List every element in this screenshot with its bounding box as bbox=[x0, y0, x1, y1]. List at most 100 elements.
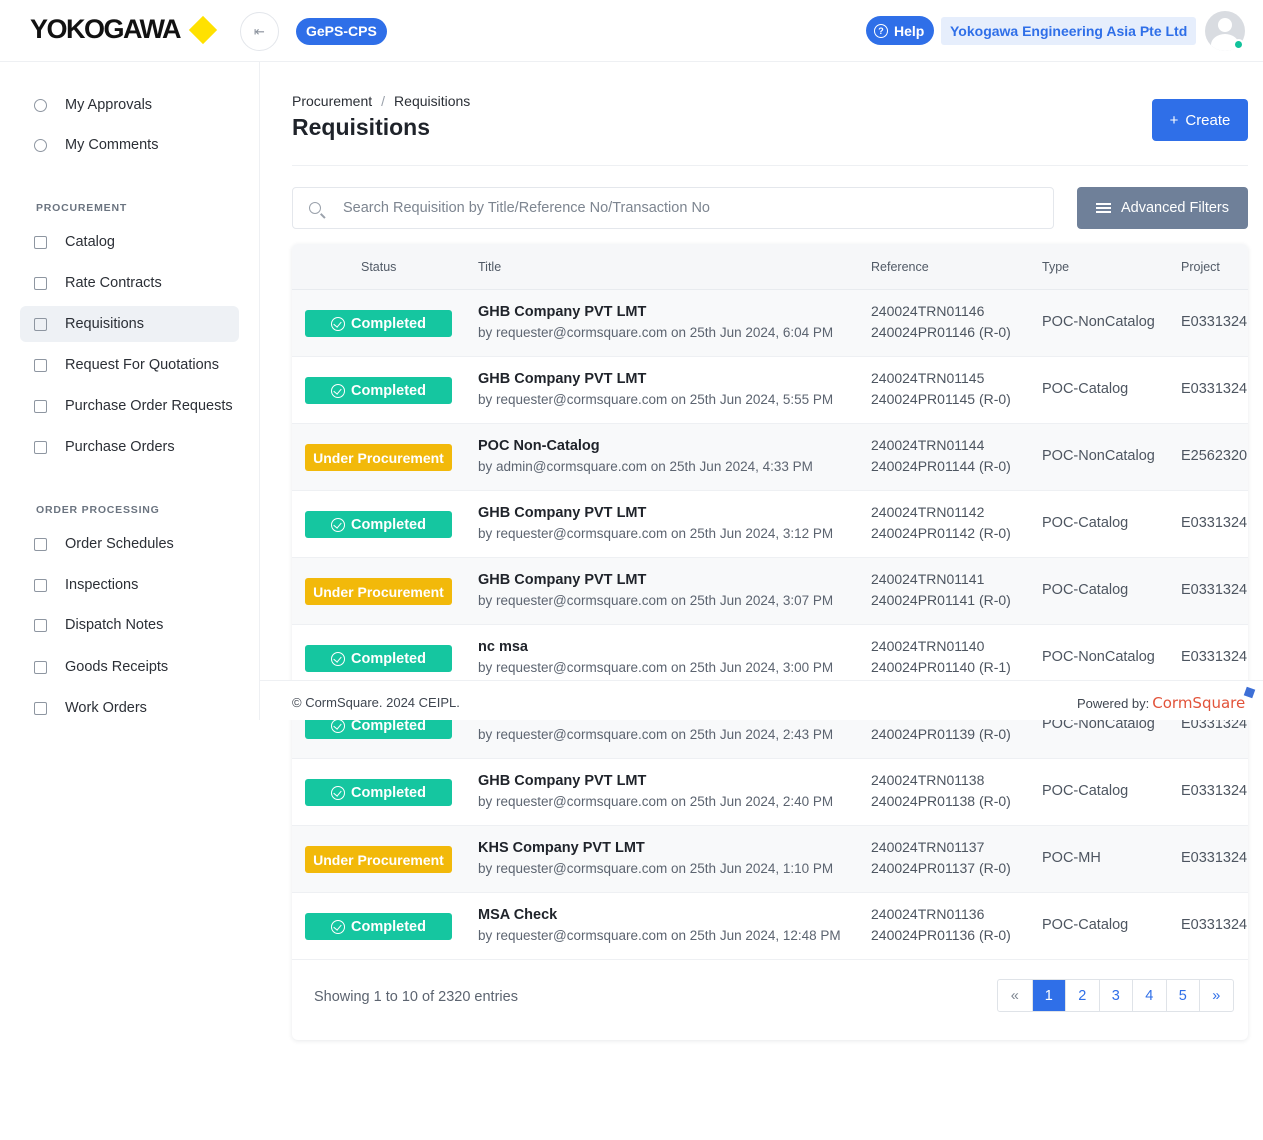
column-header-type[interactable]: Type bbox=[1042, 260, 1069, 274]
pagination-next[interactable]: » bbox=[1199, 980, 1233, 1011]
create-label: Create bbox=[1185, 111, 1231, 129]
advanced-filters-button[interactable]: Advanced Filters bbox=[1077, 187, 1248, 229]
requisitions-table-card: Status Title Reference Type Project Comp… bbox=[292, 244, 1248, 1040]
collapse-sidebar-button[interactable]: ⇤ bbox=[240, 12, 279, 51]
check-circle-icon bbox=[331, 316, 346, 331]
transaction-number: 240024TRN01140 bbox=[871, 638, 985, 654]
status-label: Completed bbox=[351, 315, 426, 332]
entries-summary: Showing 1 to 10 of 2320 entries bbox=[314, 989, 518, 1005]
table-row[interactable]: Under Procurement POC Non-Catalog by admin… bbox=[292, 424, 1248, 491]
sidebar-item-my-approvals[interactable]: My Approvals bbox=[20, 87, 239, 123]
column-header-status[interactable]: Status bbox=[361, 260, 396, 274]
table-row[interactable]: Under Procurement KHS Company PVT LMT by r… bbox=[292, 826, 1248, 893]
pagination-page-5[interactable]: 5 bbox=[1165, 980, 1200, 1011]
requisition-reference: 240024PR01140 (R-1) bbox=[871, 659, 1011, 675]
table-row[interactable]: Completed GHB Company PVT LMT by requester… bbox=[292, 357, 1248, 424]
sidebar-item-purchase-order-requests[interactable]: Purchase Order Requests bbox=[20, 388, 239, 424]
sidebar-item-label: Work Orders bbox=[65, 700, 147, 716]
requisition-title[interactable]: KHS Company PVT LMT bbox=[478, 840, 645, 856]
sidebar-item-requisitions[interactable]: Requisitions bbox=[20, 306, 239, 342]
status-badge: Under Procurement bbox=[305, 578, 452, 605]
table-row[interactable]: Completed MSA Check by requester@cormsquar… bbox=[292, 893, 1248, 960]
requisition-type: POC-NonCatalog bbox=[1042, 314, 1155, 330]
check-circle-icon bbox=[331, 383, 346, 398]
requisition-requester: by requester@cormsquare.com on 25th Jun … bbox=[478, 727, 834, 742]
sidebar-item-label: Purchase Orders bbox=[65, 439, 175, 455]
pagination-page-1[interactable]: 1 bbox=[1031, 980, 1065, 1011]
pagination-page-3[interactable]: 3 bbox=[1098, 980, 1133, 1011]
sliders-icon bbox=[1096, 202, 1111, 214]
sidebar-item-my-comments[interactable]: My Comments bbox=[20, 127, 239, 163]
status-label: Completed bbox=[351, 382, 426, 399]
cormsquare-logo[interactable]: CormSquare bbox=[1152, 686, 1256, 712]
sidebar-item-label: Inspections bbox=[65, 577, 139, 593]
transaction-number: 240024TRN01141 bbox=[871, 571, 985, 587]
requisition-title[interactable]: nc msa bbox=[478, 639, 528, 655]
requisition-reference: 240024PR01144 (R-0) bbox=[871, 458, 1011, 474]
status-badge: Completed bbox=[305, 377, 452, 404]
requisition-title[interactable]: GHB Company PVT LMT bbox=[478, 505, 646, 521]
project-code: E0331324 bbox=[1181, 582, 1248, 598]
catalog-icon bbox=[34, 235, 47, 249]
requisition-title[interactable]: GHB Company PVT LMT bbox=[478, 304, 646, 320]
breadcrumb-procurement[interactable]: Procurement bbox=[292, 93, 372, 109]
table-row[interactable]: Completed GHB Company PVT LMT by requester… bbox=[292, 290, 1248, 357]
column-header-reference[interactable]: Reference bbox=[871, 260, 929, 274]
table-header: Status Title Reference Type Project bbox=[292, 244, 1248, 290]
status-label: Completed bbox=[351, 516, 426, 533]
powered-by: Powered by: CormSquare bbox=[1077, 686, 1256, 712]
search-input[interactable] bbox=[343, 200, 1023, 216]
sidebar-item-catalog[interactable]: Catalog bbox=[20, 224, 239, 260]
sidebar-item-request-for-quotations[interactable]: Request For Quotations bbox=[20, 347, 239, 383]
requisition-type: POC-MH bbox=[1042, 850, 1101, 866]
document-icon bbox=[34, 317, 47, 331]
requisition-type: POC-NonCatalog bbox=[1042, 649, 1155, 665]
requisition-title[interactable]: POC Non-Catalog bbox=[478, 438, 600, 454]
powered-by-label: Powered by: bbox=[1077, 695, 1150, 711]
requisition-title[interactable]: GHB Company PVT LMT bbox=[478, 371, 646, 387]
check-circle-icon bbox=[34, 138, 47, 152]
requisition-reference: 240024PR01138 (R-0) bbox=[871, 793, 1011, 809]
requisition-title[interactable]: GHB Company PVT LMT bbox=[478, 773, 646, 789]
table-row[interactable]: Completed GHB Company PVT LMT by requester… bbox=[292, 759, 1248, 826]
pagination-page-2[interactable]: 2 bbox=[1065, 980, 1099, 1011]
sidebar-item-label: My Approvals bbox=[65, 97, 153, 113]
table-row[interactable]: Under Procurement GHB Company PVT LMT by r… bbox=[292, 558, 1248, 625]
sidebar-item-label: Catalog bbox=[65, 234, 115, 250]
calendar-icon bbox=[34, 537, 47, 551]
project-code: E0331324 bbox=[1181, 850, 1248, 866]
footer-bar: © CormSquare. 2024 CEIPL. Powered by: Co… bbox=[260, 680, 1263, 720]
transaction-number: 240024TRN01142 bbox=[871, 504, 985, 520]
sidebar-item-work-orders[interactable]: Work Orders bbox=[20, 690, 239, 726]
sidebar-item-goods-receipts[interactable]: Goods Receipts bbox=[20, 649, 239, 685]
requisition-title[interactable]: MSA Check bbox=[478, 907, 557, 923]
column-header-title[interactable]: Title bbox=[478, 260, 501, 274]
table-row[interactable]: Completed GHB Company PVT LMT by requester… bbox=[292, 491, 1248, 558]
copyright-text: © CormSquare. 2024 CEIPL. bbox=[292, 695, 460, 710]
requisition-reference: 240024PR01142 (R-0) bbox=[871, 525, 1011, 541]
pagination-prev[interactable]: « bbox=[998, 980, 1032, 1011]
cormsquare-cube-icon bbox=[1243, 686, 1256, 699]
search-icon bbox=[309, 202, 321, 214]
project-code: E0331324 bbox=[1181, 381, 1248, 397]
create-button[interactable]: + Create bbox=[1152, 99, 1248, 141]
sidebar-item-inspections[interactable]: Inspections bbox=[20, 567, 239, 603]
sidebar-item-purchase-orders[interactable]: Purchase Orders bbox=[20, 429, 239, 465]
sidebar-item-rate-contracts[interactable]: Rate Contracts bbox=[20, 265, 239, 301]
sidebar-item-dispatch-notes[interactable]: Dispatch Notes bbox=[20, 607, 239, 643]
pagination-page-4[interactable]: 4 bbox=[1132, 980, 1166, 1011]
sidebar-item-order-schedules[interactable]: Order Schedules bbox=[20, 526, 239, 562]
company-selector[interactable]: Yokogawa Engineering Asia Pte Ltd bbox=[941, 17, 1197, 45]
help-button[interactable]: ? Help bbox=[866, 16, 935, 45]
column-header-project[interactable]: Project bbox=[1181, 260, 1220, 274]
yokogawa-logo[interactable]: YOKOGAWA bbox=[30, 14, 218, 45]
project-code: E0331324 bbox=[1181, 314, 1248, 330]
requisition-reference: 240024PR01141 (R-0) bbox=[871, 592, 1011, 608]
status-badge: Under Procurement bbox=[305, 846, 452, 873]
check-circle-icon bbox=[331, 919, 346, 934]
project-code: E2562320 bbox=[1181, 448, 1248, 464]
requisition-title[interactable]: GHB Company PVT LMT bbox=[478, 572, 646, 588]
breadcrumb: Procurement / Requisitions bbox=[292, 93, 470, 109]
status-label: Completed bbox=[351, 784, 426, 801]
document-icon bbox=[34, 358, 47, 372]
